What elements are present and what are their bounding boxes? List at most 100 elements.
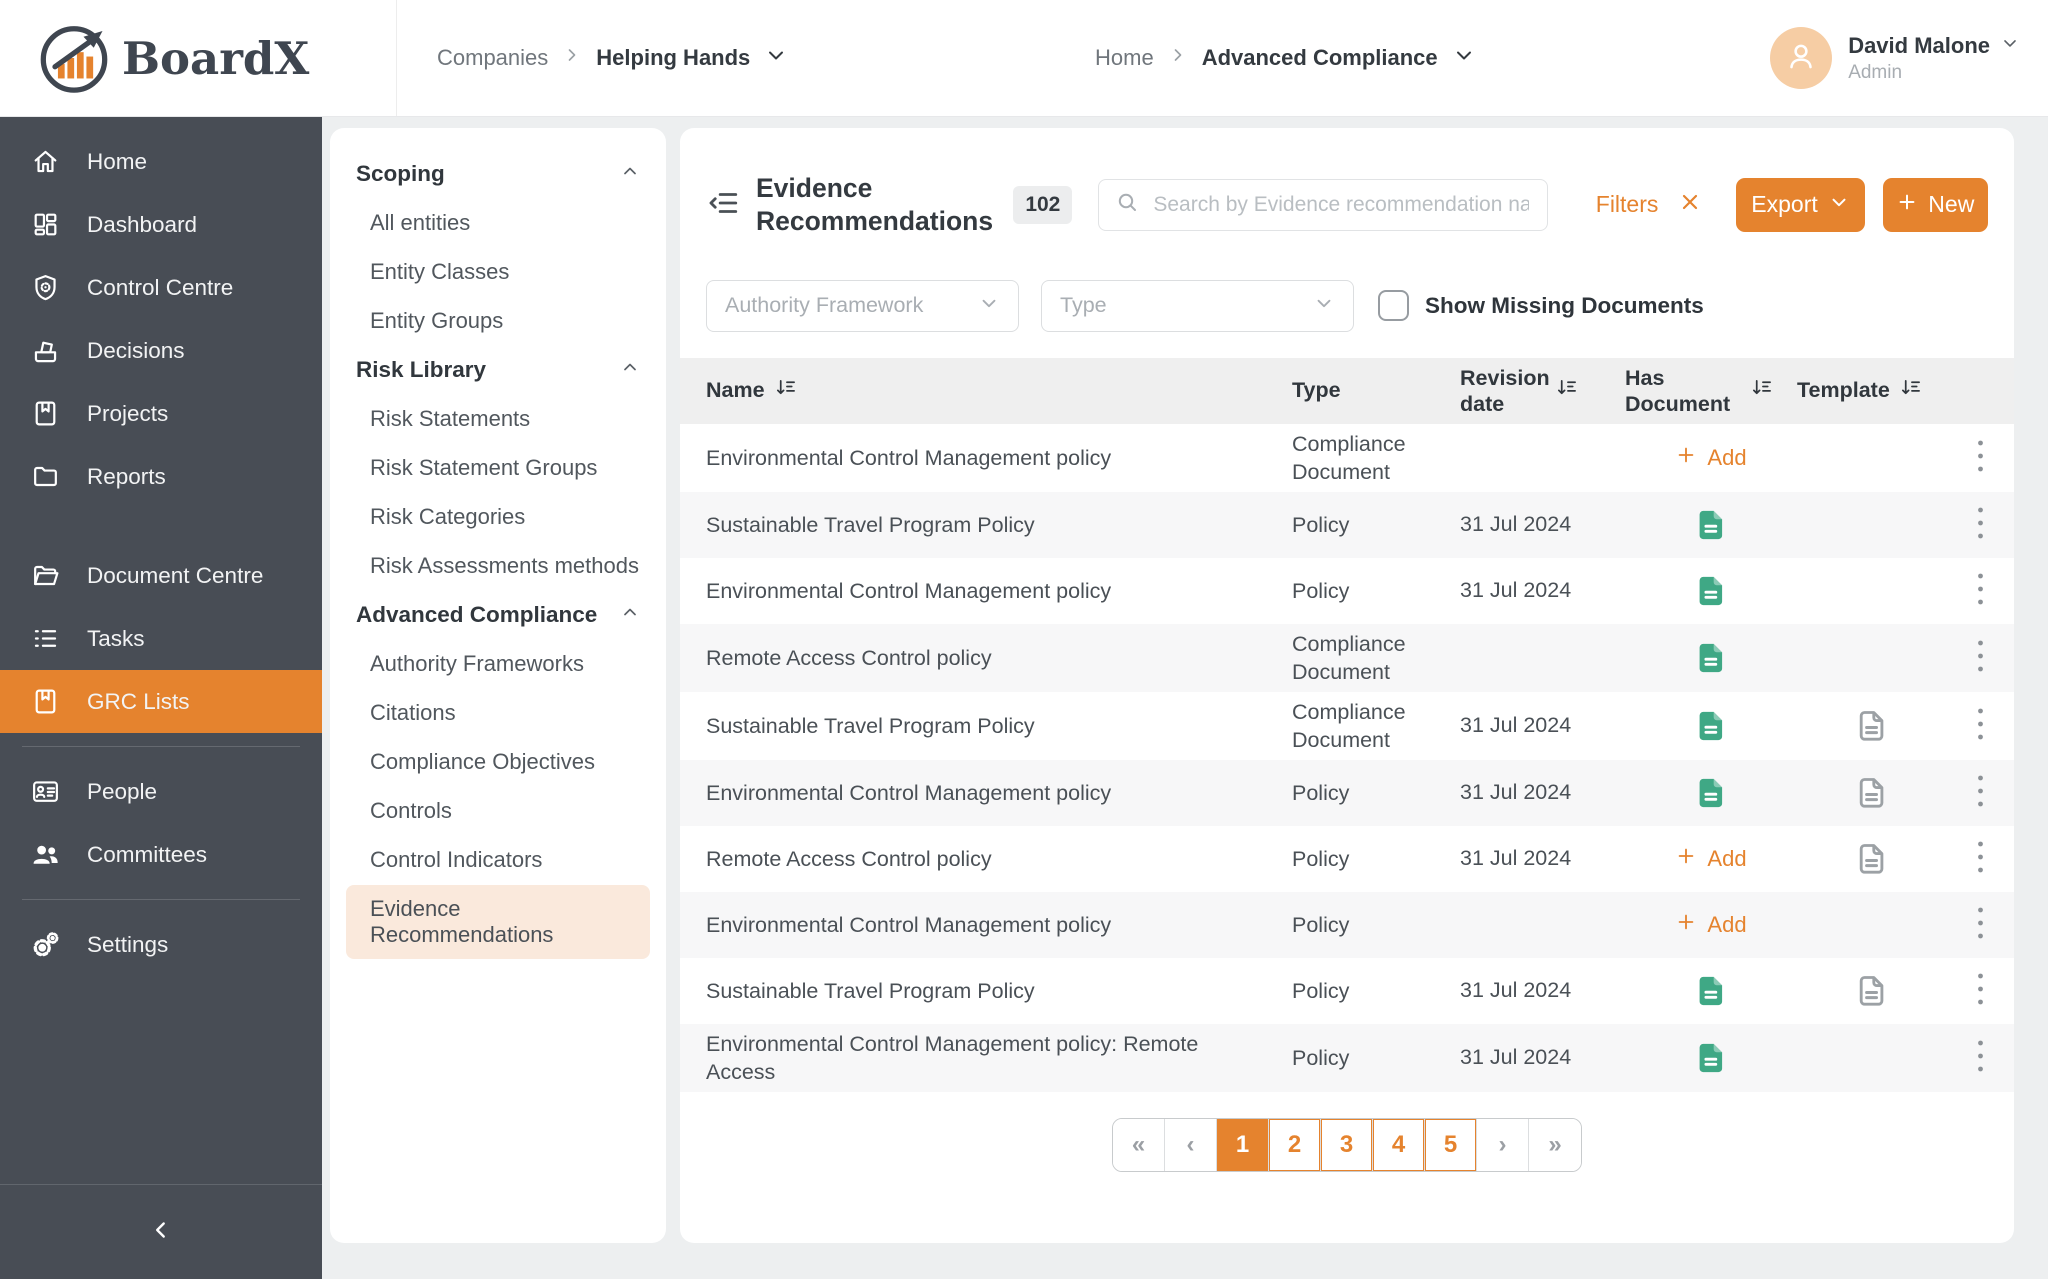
- row-menu-button[interactable]: [1970, 565, 1991, 616]
- row-menu-button[interactable]: [1970, 965, 1991, 1016]
- subnav-item-all-entities[interactable]: All entities: [346, 199, 650, 247]
- next-page-button[interactable]: ›: [1477, 1118, 1529, 1171]
- export-button[interactable]: Export: [1736, 177, 1865, 232]
- collapse-panel-button[interactable]: [706, 186, 740, 223]
- last-page-button[interactable]: »: [1529, 1118, 1581, 1171]
- search-input[interactable]: [1151, 191, 1531, 218]
- template-document-icon[interactable]: [1854, 775, 1890, 811]
- subnav-item-entity-classes[interactable]: Entity Classes: [346, 248, 650, 296]
- subnav-item-risk-statements[interactable]: Risk Statements: [346, 395, 650, 443]
- authority-framework-select[interactable]: Authority Framework: [706, 279, 1019, 332]
- boardx-chart-logo-icon: [36, 20, 112, 96]
- sort-icon[interactable]: [1900, 377, 1921, 404]
- grc-lists-icon: [30, 686, 61, 717]
- subnav-item-compliance-objectives[interactable]: Compliance Objectives: [346, 738, 650, 786]
- sidebar-item-tasks[interactable]: Tasks: [0, 607, 322, 670]
- cell-template: [1797, 708, 1947, 744]
- subnav-item-evidence-recommendations[interactable]: Evidence Recommendations: [346, 885, 650, 959]
- sort-icon[interactable]: [1556, 377, 1577, 404]
- page-button-3[interactable]: 3: [1321, 1118, 1373, 1171]
- page-button-1[interactable]: 1: [1217, 1118, 1269, 1171]
- template-document-icon[interactable]: [1854, 841, 1890, 877]
- new-button[interactable]: New: [1882, 177, 1988, 232]
- subnav-item-risk-statement-groups[interactable]: Risk Statement Groups: [346, 444, 650, 492]
- cell-name: Environmental Control Management policy: [706, 780, 1112, 805]
- breadcrumb-current[interactable]: Advanced Compliance: [1202, 45, 1438, 71]
- previous-page-button[interactable]: ‹: [1165, 1118, 1217, 1171]
- brand-logo[interactable]: BoardX: [0, 0, 397, 116]
- row-menu-button[interactable]: [1970, 833, 1991, 884]
- cell-type: Compliance Document: [1292, 631, 1406, 684]
- sidebar-item-projects[interactable]: Projects: [0, 382, 322, 445]
- breadcrumb-root[interactable]: Home: [1095, 45, 1154, 71]
- page-button-2[interactable]: 2: [1269, 1118, 1321, 1171]
- subnav-item-entity-groups[interactable]: Entity Groups: [346, 297, 650, 345]
- filters-link[interactable]: Filters: [1596, 190, 1703, 220]
- subnav-item-control-indicators[interactable]: Control Indicators: [346, 836, 650, 884]
- chevron-down-icon[interactable]: [764, 43, 788, 73]
- sidebar-item-grc-lists[interactable]: GRC Lists: [0, 670, 322, 733]
- row-menu-button[interactable]: [1970, 767, 1991, 818]
- sidebar-item-control-centre[interactable]: Control Centre: [0, 256, 322, 319]
- sidebar-collapse-button[interactable]: [0, 1184, 322, 1279]
- subnav-item-label: Entity Classes: [370, 259, 510, 284]
- page-button-4[interactable]: 4: [1373, 1118, 1425, 1171]
- subnav-item-risk-categories[interactable]: Risk Categories: [346, 493, 650, 541]
- add-document-button[interactable]: Add: [1669, 443, 1752, 473]
- subnav-item-authority-frameworks[interactable]: Authority Frameworks: [346, 640, 650, 688]
- cell-type: Policy: [1292, 1045, 1350, 1070]
- document-icon[interactable]: [1693, 573, 1729, 609]
- breadcrumb-current[interactable]: Helping Hands: [596, 45, 750, 71]
- sidebar-item-decisions[interactable]: Decisions: [0, 319, 322, 382]
- row-menu-button[interactable]: [1970, 899, 1991, 950]
- record-count-badge: 102: [1013, 185, 1073, 224]
- plus-icon: [1675, 845, 1697, 873]
- document-icon[interactable]: [1693, 973, 1729, 1009]
- chevron-left-icon: [148, 1217, 174, 1248]
- type-select[interactable]: Type: [1041, 279, 1354, 332]
- document-icon[interactable]: [1693, 1040, 1729, 1076]
- subnav-section-advanced-compliance[interactable]: Advanced Compliance: [346, 591, 650, 639]
- sidebar-item-people[interactable]: People: [0, 760, 322, 823]
- kebab-icon: [1976, 1038, 1985, 1077]
- row-menu-button[interactable]: [1970, 700, 1991, 751]
- template-document-icon[interactable]: [1854, 973, 1890, 1009]
- kebab-icon: [1976, 773, 1985, 812]
- column-header-template[interactable]: Template: [1797, 377, 1947, 404]
- subnav-item-controls[interactable]: Controls: [346, 787, 650, 835]
- subnav-item-risk-assessments-methods[interactable]: Risk Assessments methods: [346, 542, 650, 590]
- add-document-button[interactable]: Add: [1669, 844, 1752, 874]
- first-page-button[interactable]: «: [1113, 1118, 1165, 1171]
- sidebar-item-dashboard[interactable]: Dashboard: [0, 193, 322, 256]
- show-missing-documents-checkbox[interactable]: [1378, 290, 1409, 321]
- column-header-has-document[interactable]: Has Document: [1625, 365, 1797, 417]
- row-menu-button[interactable]: [1970, 432, 1991, 483]
- add-document-button[interactable]: Add: [1669, 910, 1752, 940]
- row-menu-button[interactable]: [1970, 632, 1991, 683]
- subnav-section-scoping[interactable]: Scoping: [346, 150, 650, 198]
- document-icon[interactable]: [1693, 507, 1729, 543]
- user-menu[interactable]: David Malone Admin: [1770, 0, 2020, 116]
- sidebar-item-document-centre[interactable]: Document Centre: [0, 544, 322, 607]
- sidebar-item-home[interactable]: Home: [0, 130, 322, 193]
- document-icon[interactable]: [1693, 775, 1729, 811]
- sort-icon[interactable]: [775, 377, 796, 404]
- sidebar-item-committees[interactable]: Committees: [0, 823, 322, 886]
- column-header-revision-date[interactable]: Revision date: [1460, 365, 1625, 417]
- column-header-name[interactable]: Name: [680, 377, 1292, 404]
- row-menu-button[interactable]: [1970, 499, 1991, 550]
- sidebar-item-settings[interactable]: Settings: [0, 913, 322, 976]
- row-menu-button[interactable]: [1970, 1032, 1991, 1083]
- page-button-5[interactable]: 5: [1425, 1118, 1477, 1171]
- subnav-item-citations[interactable]: Citations: [346, 689, 650, 737]
- subnav-section-risk-library[interactable]: Risk Library: [346, 346, 650, 394]
- chevron-down-icon[interactable]: [1452, 43, 1476, 73]
- close-icon[interactable]: [1678, 190, 1702, 220]
- sidebar-item-reports[interactable]: Reports: [0, 445, 322, 508]
- template-document-icon[interactable]: [1854, 708, 1890, 744]
- document-icon[interactable]: [1693, 640, 1729, 676]
- cell-type: Policy: [1292, 912, 1350, 937]
- document-icon[interactable]: [1693, 708, 1729, 744]
- breadcrumb-root[interactable]: Companies: [437, 45, 548, 71]
- sort-icon[interactable]: [1751, 377, 1772, 404]
